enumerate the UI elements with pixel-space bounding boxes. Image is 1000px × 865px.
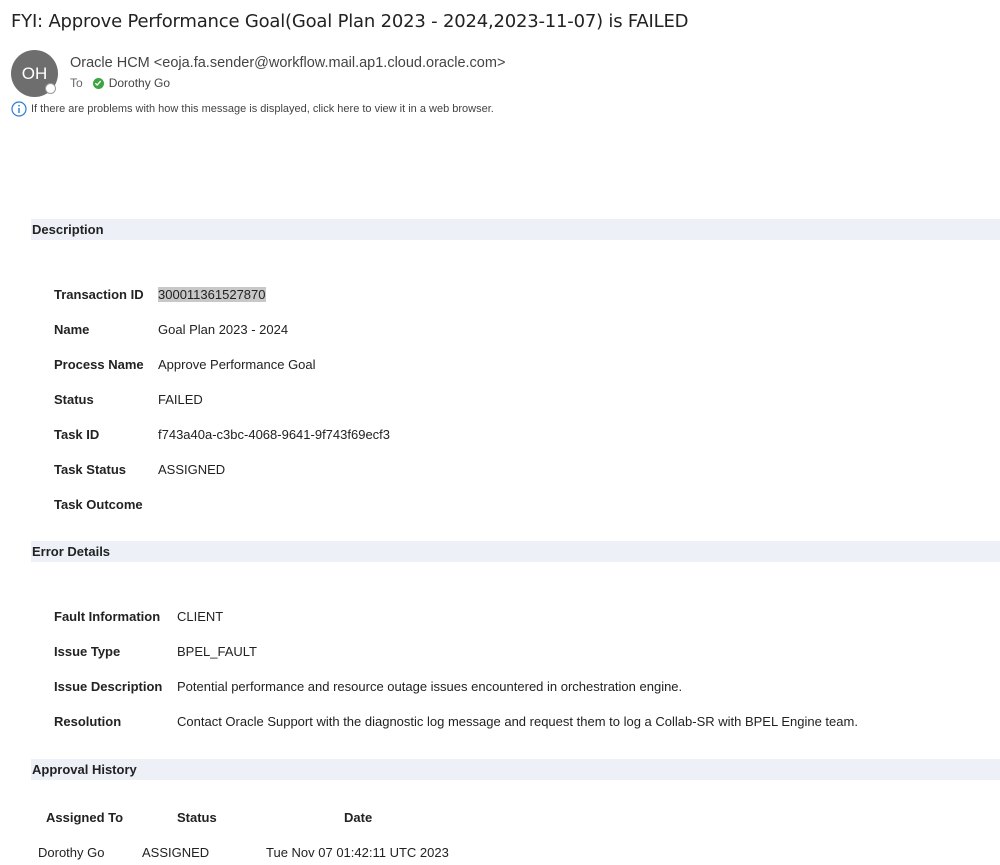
avatar-initials: OH	[21, 63, 48, 83]
field-label: Issue Type	[54, 644, 121, 659]
field-label: Transaction ID	[54, 287, 144, 302]
issue-type-value: BPEL_FAULT	[177, 644, 257, 659]
field-label: Status	[54, 392, 94, 407]
sender-name[interactable]: Oracle HCM <eoja.fa.sender@workflow.mail…	[70, 55, 505, 71]
field-label: Resolution	[54, 714, 122, 729]
field-label: Issue Description	[54, 679, 163, 694]
column-header-date: Date	[344, 810, 373, 825]
recipient-name[interactable]: Dorothy Go	[109, 76, 170, 90]
fault-information-value: CLIENT	[177, 609, 224, 624]
transaction-id-value[interactable]: 300011361527870	[158, 287, 266, 302]
task-id-value: f743a40a-c3bc-4068-9641-9f743f69ecf3	[158, 427, 391, 442]
history-assigned-to: Dorothy Go	[38, 845, 105, 860]
presence-status-icon	[45, 83, 56, 94]
field-label: Fault Information	[54, 609, 161, 624]
field-label: Process Name	[54, 357, 144, 372]
column-header-status: Status	[177, 810, 217, 825]
transaction-id-cell: 300011361527870	[158, 287, 266, 302]
field-label: Task Outcome	[54, 497, 143, 512]
error-details-heading: Error Details	[31, 541, 1000, 562]
issue-description-value: Potential performance and resource outag…	[177, 679, 683, 694]
recipient-line: To Dorothy Go	[70, 76, 170, 90]
description-heading: Description	[31, 219, 1000, 240]
browser-view-text[interactable]: If there are problems with how this mess…	[31, 103, 494, 115]
field-label: Name	[54, 322, 90, 337]
to-label: To	[70, 76, 83, 90]
approval-history-heading: Approval History	[31, 759, 1000, 780]
description-row: Transaction ID	[54, 287, 144, 302]
history-date: Tue Nov 07 01:42:11 UTC 2023	[266, 845, 449, 860]
info-icon	[11, 101, 27, 117]
column-header-assigned-to: Assigned To	[46, 810, 124, 825]
resolution-value: Contact Oracle Support with the diagnost…	[177, 714, 858, 729]
browser-view-notice[interactable]: If there are problems with how this mess…	[11, 101, 494, 117]
field-label: Task Status	[54, 462, 127, 477]
task-status-value: ASSIGNED	[158, 462, 226, 477]
name-value: Goal Plan 2023 - 2024	[158, 322, 289, 337]
email-subject: FYI: Approve Performance Goal(Goal Plan …	[11, 11, 689, 32]
status-value: FAILED	[158, 392, 203, 407]
verified-check-icon	[92, 77, 104, 89]
process-name-value: Approve Performance Goal	[158, 357, 316, 372]
field-label: Task ID	[54, 427, 100, 442]
history-status: ASSIGNED	[142, 845, 210, 860]
